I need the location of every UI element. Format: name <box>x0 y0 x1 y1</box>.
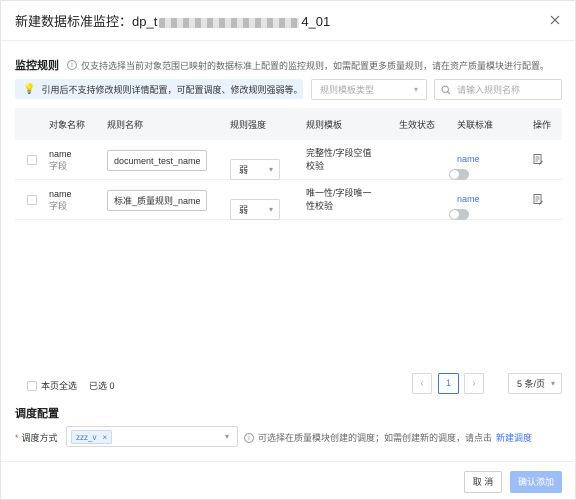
cancel-button[interactable]: 取 消 <box>464 471 502 493</box>
schedule-title: 调度配置 <box>15 408 59 420</box>
header-status: 生效状态 <box>399 120 436 130</box>
search-input[interactable] <box>457 84 557 95</box>
table-row: name 字段 弱 ▾ 完整性/字段空值 校验 name <box>15 140 562 180</box>
rule-name-input[interactable] <box>107 190 207 211</box>
template-cell: 唯一性/字段唯一 性校验 <box>306 187 378 213</box>
object-type: 字段 <box>49 201 68 211</box>
info-icon: i <box>244 432 254 443</box>
dialog-title-prefix: 新建数据标准监控：dp_t <box>15 14 158 29</box>
create-schedule-link[interactable]: 新建调度 <box>496 431 532 444</box>
dialog-title-suffix: 4_01 <box>301 14 331 29</box>
table-footer: 本页全选 已选 0 ‹ 1 › 5 条/页 ▾ <box>15 373 562 395</box>
header-rule-name: 规则名称 <box>107 120 144 130</box>
confirm-add-button[interactable]: 确认添加 <box>510 471 562 493</box>
monitor-rules-hint-text: 仅支持选择当前对象范围已映射的数据标准上配置的监控规则，如需配置更多质量规则，请… <box>81 60 550 71</box>
schedule-label: * 调度方式 <box>15 431 58 444</box>
edit-document-icon[interactable] <box>533 194 543 205</box>
monitor-rules-hint: i 仅支持选择当前对象范围已映射的数据标准上配置的监控规则，如需配置更多质量规则… <box>67 59 549 72</box>
object-name: name <box>49 189 72 199</box>
notice-text: 引用后不支持修改规则详情配置，可配置调度、修改规则强弱等。 <box>41 84 303 95</box>
table-row: name 字段 弱 ▾ 唯一性/字段唯一 性校验 name <box>15 180 562 220</box>
template-line-2: 性校验 <box>306 201 334 211</box>
select-all[interactable]: 本页全选 <box>27 379 77 392</box>
template-type-placeholder: 规则模板类型 <box>320 85 375 95</box>
schedule-hint: i 可选择在质量模块创建的调度；如需创建新的调度，请点击 新建调度 <box>244 431 532 444</box>
chevron-down-icon: ▾ <box>413 85 418 94</box>
status-toggle[interactable] <box>449 169 469 180</box>
info-icon: i <box>67 60 77 70</box>
standard-link[interactable]: name <box>457 154 480 164</box>
table-header: 对象名称 规则名称 规则强度 规则模板 生效状态 关联标准 操作 <box>15 108 562 140</box>
template-type-select[interactable]: 规则模板类型 ▾ <box>311 79 427 100</box>
monitor-rules-header: 监控规则 i 仅支持选择当前对象范围已映射的数据标准上配置的监控规则，如需配置更… <box>15 57 549 73</box>
monitor-rules-title: 监控规则 <box>15 60 59 72</box>
header-template: 规则模板 <box>306 120 343 130</box>
strength-select[interactable]: 弱 ▾ <box>230 159 280 180</box>
page-size-select[interactable]: 5 条/页 ▾ <box>508 373 562 394</box>
redacted-text <box>159 17 300 28</box>
template-cell: 完整性/字段空值 校验 <box>306 147 378 173</box>
standard-link[interactable]: name <box>457 194 480 204</box>
search-icon <box>441 84 451 94</box>
object-type: 字段 <box>49 161 68 171</box>
notice-banner: 💡 引用后不支持修改规则详情配置，可配置调度、修改规则强弱等。 <box>15 79 303 99</box>
row-checkbox[interactable] <box>27 195 37 205</box>
selected-count: 已选 0 <box>89 381 115 391</box>
strength-value: 弱 <box>239 165 249 175</box>
row-checkbox[interactable] <box>27 155 37 165</box>
schedule-select[interactable]: zzz_v × ▾ <box>66 426 238 447</box>
close-icon[interactable]: × <box>102 433 107 442</box>
header-standard: 关联标准 <box>457 120 494 130</box>
chevron-down-icon: ▾ <box>268 205 273 214</box>
rules-table: 对象名称 规则名称 规则强度 规则模板 生效状态 关联标准 操作 name 字段… <box>15 108 562 220</box>
required-mark: * <box>15 433 19 443</box>
create-monitor-dialog: 新建数据标准监控：dp_t 4_01 监控规则 i 仅支持选择当前对象范围已映射的… <box>0 0 576 500</box>
status-toggle[interactable] <box>449 209 469 220</box>
template-line-1: 唯一性/字段唯一 <box>306 188 372 198</box>
close-icon[interactable] <box>549 14 561 26</box>
strength-select[interactable]: 弱 ▾ <box>230 199 280 220</box>
dialog-footer: 取 消 确认添加 <box>1 461 576 500</box>
chevron-down-icon: ▾ <box>268 165 273 174</box>
object-name-cell: name 字段 <box>49 188 72 212</box>
edit-document-icon[interactable] <box>533 154 543 165</box>
header-object-name: 对象名称 <box>49 120 86 130</box>
template-line-2: 校验 <box>306 161 325 171</box>
chevron-down-icon: ▾ <box>224 432 229 441</box>
rule-search-box[interactable] <box>434 79 562 100</box>
prev-page-button[interactable]: ‹ <box>412 373 432 394</box>
template-line-1: 完整性/字段空值 <box>306 148 372 158</box>
page-number[interactable]: 1 <box>438 373 459 394</box>
dialog-title: 新建数据标准监控：dp_t 4_01 <box>15 11 330 30</box>
next-page-button[interactable]: › <box>464 373 484 394</box>
object-name: name <box>49 149 72 159</box>
select-all-label: 本页全选 <box>41 381 78 391</box>
schedule-tag: zzz_v × <box>71 430 113 444</box>
header-action: 操作 <box>533 120 552 130</box>
object-name-cell: name 字段 <box>49 148 72 172</box>
schedule-hint-text: 可选择在质量模块创建的调度；如需创建新的调度，请点击 <box>258 433 493 443</box>
select-all-checkbox[interactable] <box>27 380 37 391</box>
schedule-tag-label: zzz_v <box>76 432 97 442</box>
dialog-header: 新建数据标准监控：dp_t 4_01 <box>1 1 575 41</box>
page-size-value: 5 条/页 <box>517 379 546 389</box>
schedule-label-text: 调度方式 <box>21 433 58 443</box>
lightbulb-icon: 💡 <box>23 83 36 95</box>
strength-value: 弱 <box>239 205 249 215</box>
chevron-down-icon: ▾ <box>550 379 555 388</box>
header-strength: 规则强度 <box>230 120 267 130</box>
rule-name-input[interactable] <box>107 150 207 171</box>
